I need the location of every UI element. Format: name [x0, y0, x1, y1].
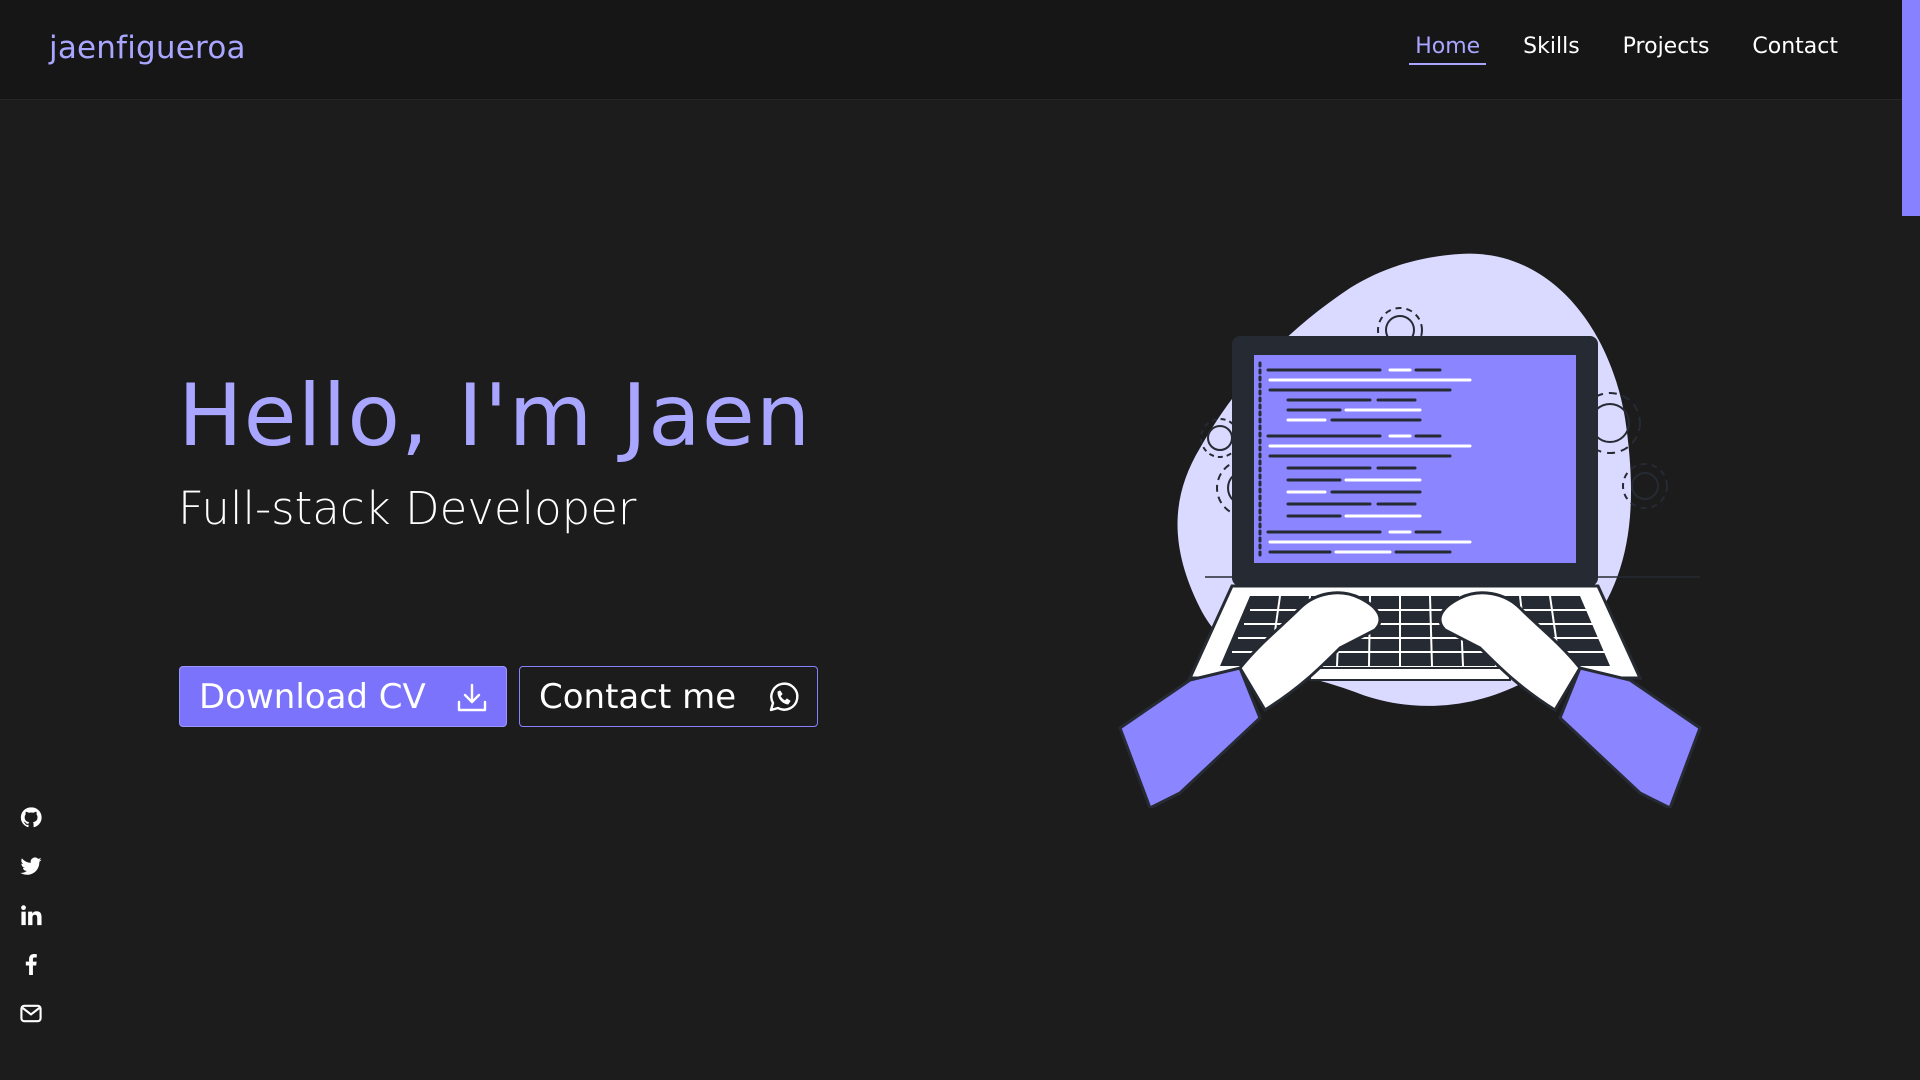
- email-icon[interactable]: [19, 1002, 43, 1025]
- main-nav: Home Skills Projects Contact: [1378, 34, 1844, 65]
- facebook-icon[interactable]: [19, 953, 43, 976]
- developer-laptop-illustration: [1118, 253, 1702, 808]
- github-icon[interactable]: [19, 806, 43, 829]
- nav-item-home[interactable]: Home: [1409, 34, 1487, 65]
- hero-title: Hello, I'm Jaen: [178, 366, 812, 466]
- hero-subtitle: Full-stack Developer: [178, 482, 637, 535]
- linkedin-icon[interactable]: [19, 904, 43, 927]
- whatsapp-icon: [769, 682, 799, 712]
- download-icon: [457, 683, 487, 712]
- contact-me-label: Contact me: [539, 676, 737, 717]
- page-scrollbar[interactable]: [1902, 0, 1920, 1080]
- download-cv-label: Download CV: [199, 676, 426, 717]
- contact-me-button[interactable]: Contact me: [519, 666, 818, 727]
- site-logo[interactable]: jaenfigueroa: [49, 30, 246, 66]
- scrollbar-thumb[interactable]: [1902, 0, 1920, 216]
- nav-item-contact[interactable]: Contact: [1746, 34, 1844, 65]
- social-links: [18, 806, 44, 1025]
- nav-item-projects[interactable]: Projects: [1617, 34, 1716, 65]
- twitter-icon[interactable]: [19, 855, 43, 878]
- nav-item-skills[interactable]: Skills: [1517, 34, 1586, 65]
- site-header: jaenfigueroa Home Skills Projects Contac…: [0, 0, 1902, 100]
- download-cv-button[interactable]: Download CV: [179, 666, 507, 727]
